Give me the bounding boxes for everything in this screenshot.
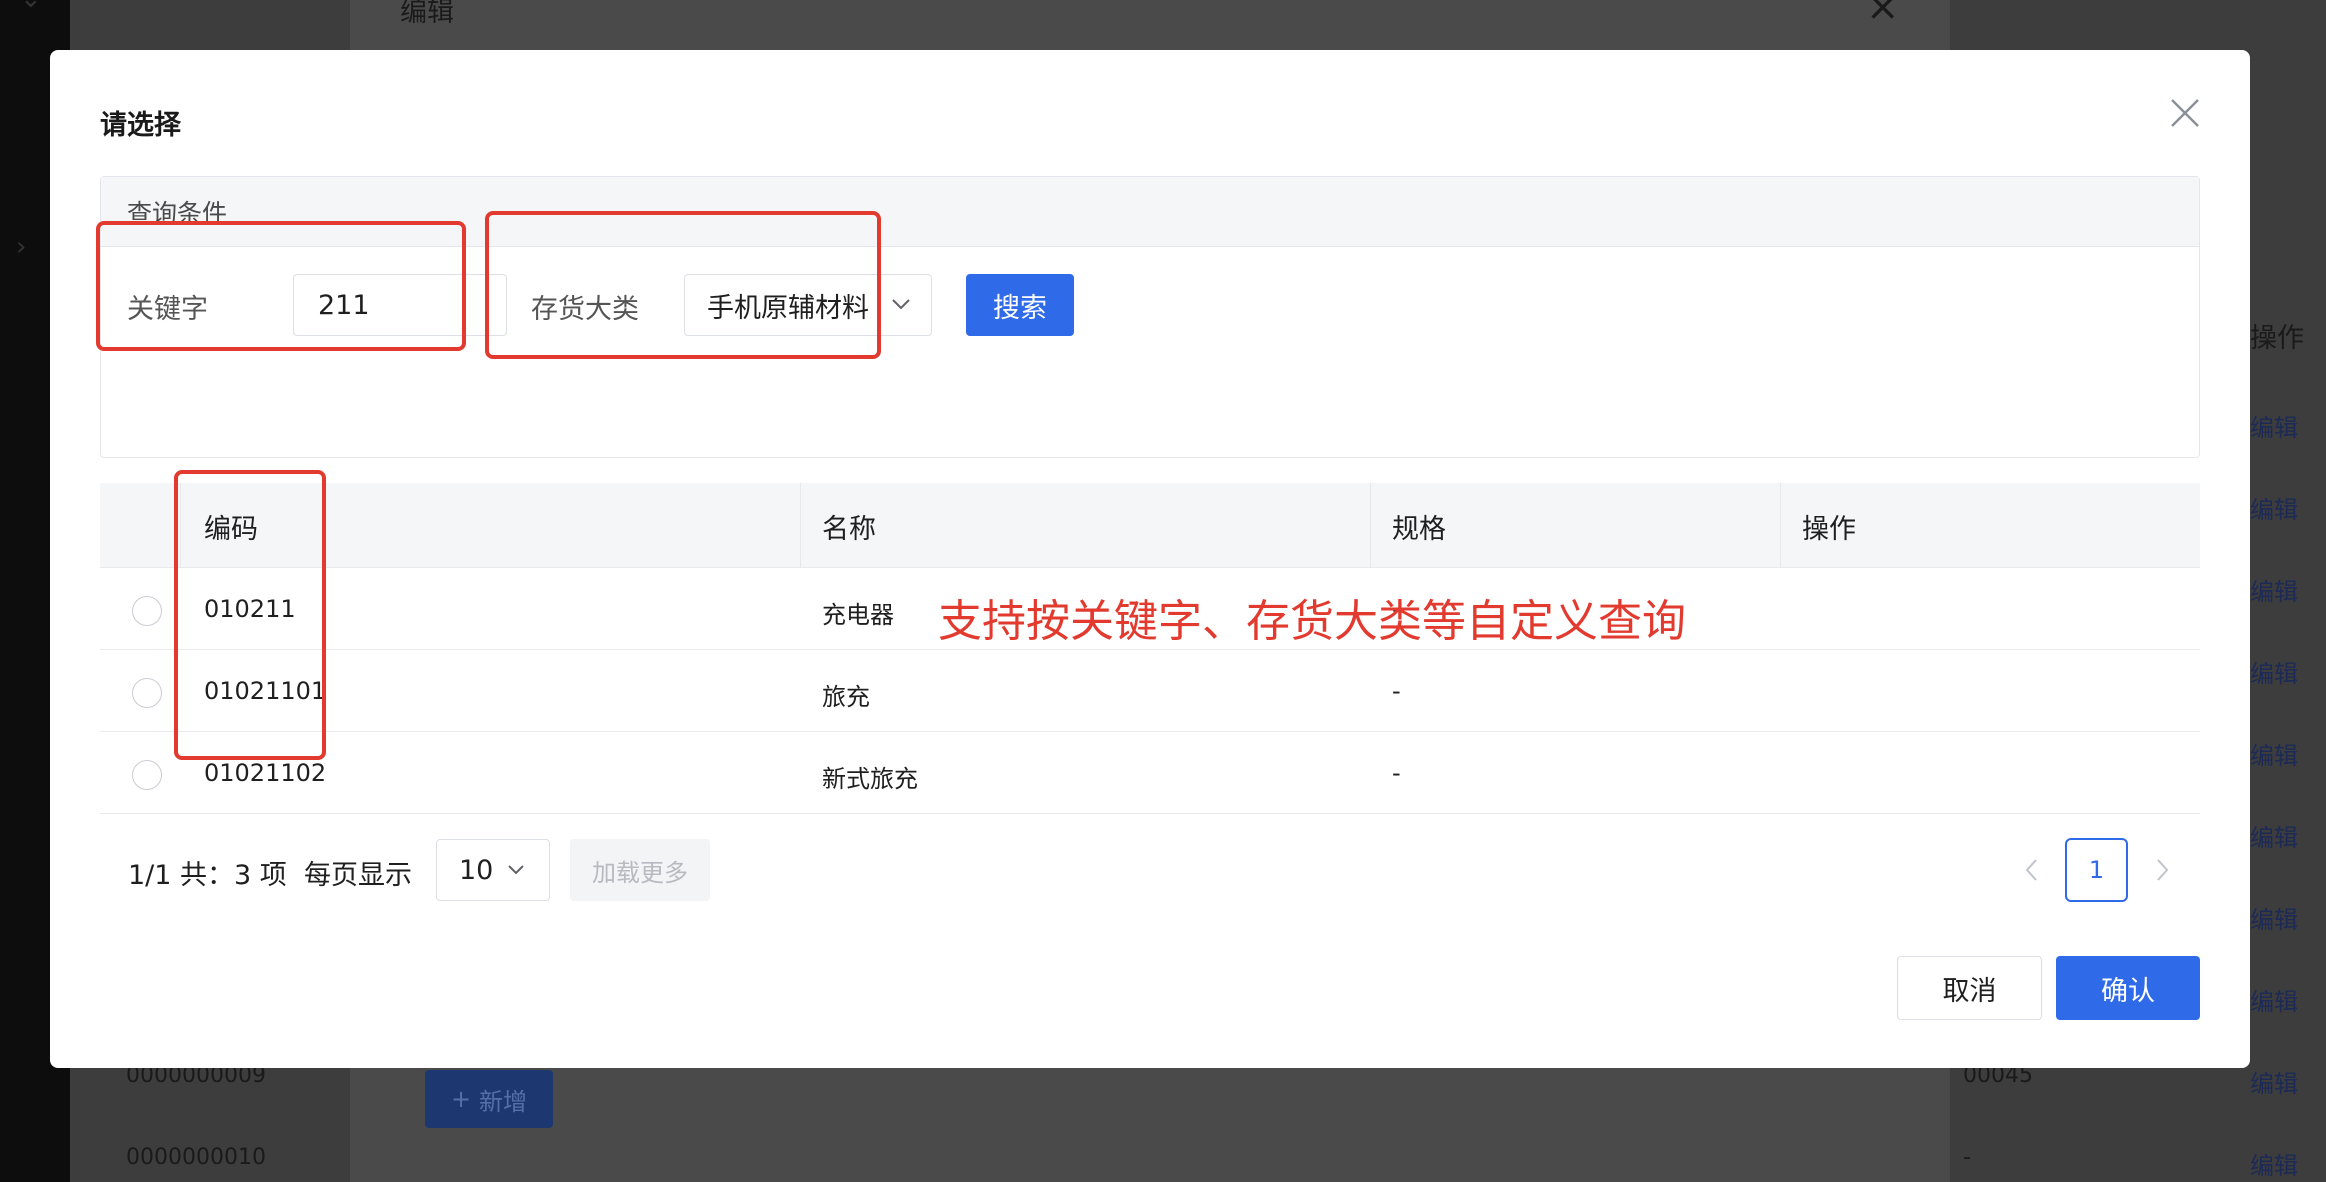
annotation-box-keyword — [96, 221, 466, 351]
bg-close-icon: × — [1866, 0, 1900, 30]
search-button[interactable]: 搜索 — [966, 274, 1074, 336]
bg-edit-link: 编辑 — [2250, 1070, 2298, 1098]
bg-col-header: 操作 — [2250, 323, 2304, 354]
bg-edit-link: 编辑 — [2250, 824, 2298, 852]
column-divider — [1370, 483, 1371, 568]
column-divider — [1780, 483, 1781, 568]
pagination-info: 1/1 共：3 项 — [128, 860, 287, 891]
per-page-label: 每页显示 — [304, 860, 412, 891]
table-header: 编码 名称 规格 操作 — [100, 483, 2200, 568]
cell-name: 旅充 — [822, 683, 870, 711]
column-header-name: 名称 — [822, 514, 876, 545]
page-size-select[interactable]: 10 — [436, 839, 550, 901]
table-row[interactable]: 01021102 新式旅充 - — [100, 732, 2200, 814]
annotation-text: 支持按关键字、存货大类等自定义查询 — [938, 596, 1686, 647]
bg-code: 0000000010 — [126, 1145, 266, 1170]
bg-edit-link: 编辑 — [2250, 906, 2298, 934]
chevron-down-icon: ⌄ — [20, 0, 42, 14]
page-button-current[interactable]: 1 — [2065, 838, 2128, 902]
plus-icon: + — [450, 1085, 472, 1113]
bg-edit-link: 编辑 — [2250, 496, 2298, 524]
cell-name: 充电器 — [822, 601, 894, 629]
table-row[interactable]: 01021101 旅充 - — [100, 650, 2200, 732]
cell-spec: - — [1392, 677, 1401, 705]
chevron-down-icon — [892, 299, 910, 310]
bg-edit-link: 编辑 — [2250, 988, 2298, 1016]
row-radio[interactable] — [132, 678, 162, 708]
cell-spec: - — [1392, 759, 1401, 787]
bg-value: - — [1963, 1145, 1971, 1170]
column-divider — [800, 483, 801, 568]
bg-add-button: + 新增 — [425, 1070, 553, 1128]
bg-edit-link: 编辑 — [2250, 1152, 2298, 1180]
bg-edit-link: 编辑 — [2250, 578, 2298, 606]
bg-edit-link: 编辑 — [2250, 742, 2298, 770]
page-size-value: 10 — [459, 854, 494, 886]
confirm-button[interactable]: 确认 — [2056, 956, 2200, 1020]
cell-code: 01021102 — [204, 759, 327, 787]
select-modal: 请选择 查询条件 关键字 存货大类 手机原辅材料 搜索 编码 名称 规格 操作 … — [50, 50, 2250, 1068]
chevron-right-icon: › — [16, 232, 27, 262]
load-more-button[interactable]: 加载更多 — [570, 839, 710, 901]
column-header-action: 操作 — [1802, 514, 1856, 545]
cancel-button[interactable]: 取消 — [1897, 956, 2042, 1020]
cell-name: 新式旅充 — [822, 765, 918, 793]
chevron-left-icon[interactable] — [2020, 856, 2044, 884]
close-icon[interactable] — [2168, 96, 2202, 130]
bg-edit-link: 编辑 — [2250, 414, 2298, 442]
bg-add-label: 新增 — [479, 1087, 528, 1116]
chevron-down-icon — [508, 865, 524, 875]
row-radio[interactable] — [132, 596, 162, 626]
chevron-right-icon[interactable] — [2150, 856, 2174, 884]
row-radio[interactable] — [132, 760, 162, 790]
annotation-box-category — [485, 211, 881, 359]
bg-edit-link: 编辑 — [2250, 660, 2298, 688]
bg-edit-title: 编辑 — [400, 0, 454, 28]
modal-title: 请选择 — [100, 110, 181, 141]
annotation-box-codes — [174, 470, 326, 760]
column-header-spec: 规格 — [1392, 514, 1446, 545]
